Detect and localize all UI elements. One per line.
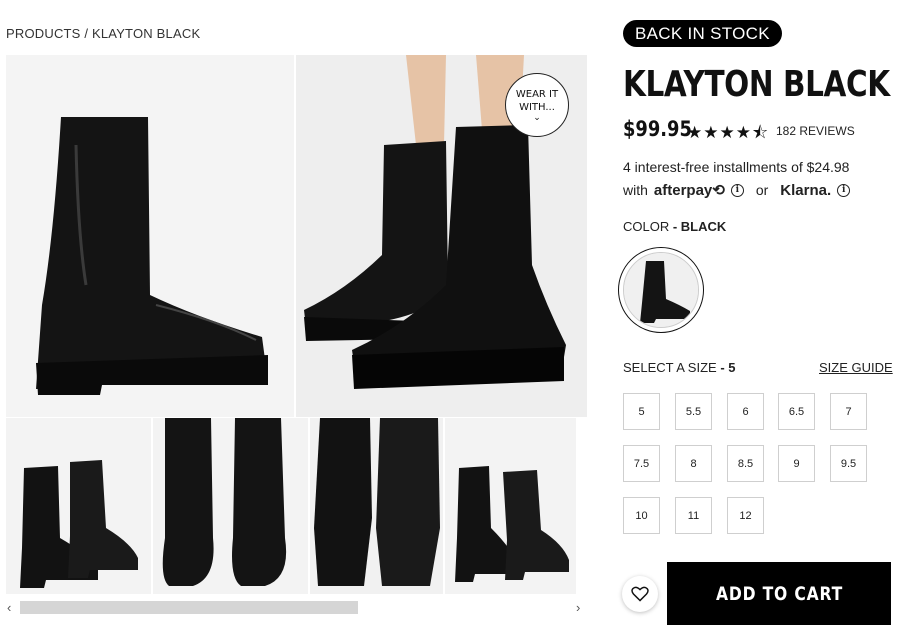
klarna-info-icon[interactable]: i: [837, 183, 851, 197]
rating-stars-icon[interactable]: ★★★★⯪: [687, 120, 769, 149]
payment-options: with afterpay⟲ i or Klarna. i: [623, 181, 851, 199]
product-title: KLAYTON BLACK: [623, 64, 890, 105]
wear-it-with-button[interactable]: WEAR IT WITH... ⌄: [505, 73, 569, 137]
thumbnail-back[interactable]: [310, 418, 443, 594]
size-option[interactable]: 8: [675, 445, 712, 482]
size-option[interactable]: 11: [675, 497, 712, 534]
boot-swatch-icon: [624, 253, 698, 327]
boot-angle-thumbnail: [445, 418, 576, 594]
installments-text: 4 interest-free installments of $24.98: [623, 159, 850, 175]
boot-back-thumbnail: [310, 418, 443, 594]
size-option[interactable]: 6: [727, 393, 764, 430]
color-swatch-black[interactable]: [618, 247, 704, 333]
wishlist-button[interactable]: [622, 576, 658, 612]
add-to-cart-button[interactable]: ADD TO CART: [667, 562, 891, 625]
boot-pair-thumbnail: [6, 418, 151, 594]
scroll-right-arrow-icon[interactable]: ›: [576, 600, 580, 615]
klarna-logo: Klarna.: [780, 181, 832, 199]
product-image-main[interactable]: [6, 55, 294, 417]
size-option[interactable]: 10: [623, 497, 660, 534]
heart-icon: [631, 586, 649, 602]
reviews-link[interactable]: 182 REVIEWS: [776, 124, 855, 138]
thumbnail-pair[interactable]: [6, 418, 151, 594]
product-price: $99.95: [623, 117, 692, 141]
size-label-text: SELECT A SIZE: [623, 360, 717, 375]
boot-front-thumbnail: [153, 418, 308, 594]
breadcrumb[interactable]: PRODUCTS / KLAYTON BLACK: [6, 26, 200, 41]
thumbnail-angle[interactable]: [445, 418, 576, 594]
thumbnail-front[interactable]: [153, 418, 308, 594]
size-option[interactable]: 12: [727, 497, 764, 534]
color-label-text: COLOR: [623, 219, 670, 234]
or-text: or: [755, 182, 769, 198]
size-option[interactable]: 8.5: [727, 445, 764, 482]
size-option[interactable]: 6.5: [778, 393, 815, 430]
size-option[interactable]: 9.5: [830, 445, 867, 482]
size-option[interactable]: 5: [623, 393, 660, 430]
wear-badge-line1: WEAR IT: [515, 89, 559, 100]
afterpay-info-icon[interactable]: i: [730, 183, 744, 197]
boot-side-view-image: [6, 55, 294, 417]
afterpay-logo: afterpay⟲: [653, 182, 725, 199]
size-option[interactable]: 7.5: [623, 445, 660, 482]
size-guide-link[interactable]: SIZE GUIDE: [819, 360, 893, 375]
status-badge: BACK IN STOCK: [623, 20, 782, 47]
chevron-down-icon: ⌄: [533, 113, 541, 123]
size-label: SELECT A SIZE - 5: [623, 360, 736, 375]
color-value: - BLACK: [669, 219, 727, 234]
size-value: - 5: [716, 360, 736, 375]
color-label: COLOR - BLACK: [623, 219, 726, 234]
size-option[interactable]: 5.5: [675, 393, 712, 430]
color-swatch-image: [623, 252, 699, 328]
size-option[interactable]: 7: [830, 393, 867, 430]
size-option[interactable]: 9: [778, 445, 815, 482]
gallery-scrollbar[interactable]: [20, 601, 358, 614]
with-text: with: [623, 182, 648, 198]
scroll-left-arrow-icon[interactable]: ‹: [7, 600, 11, 615]
add-to-cart-label: ADD TO CART: [715, 582, 843, 605]
